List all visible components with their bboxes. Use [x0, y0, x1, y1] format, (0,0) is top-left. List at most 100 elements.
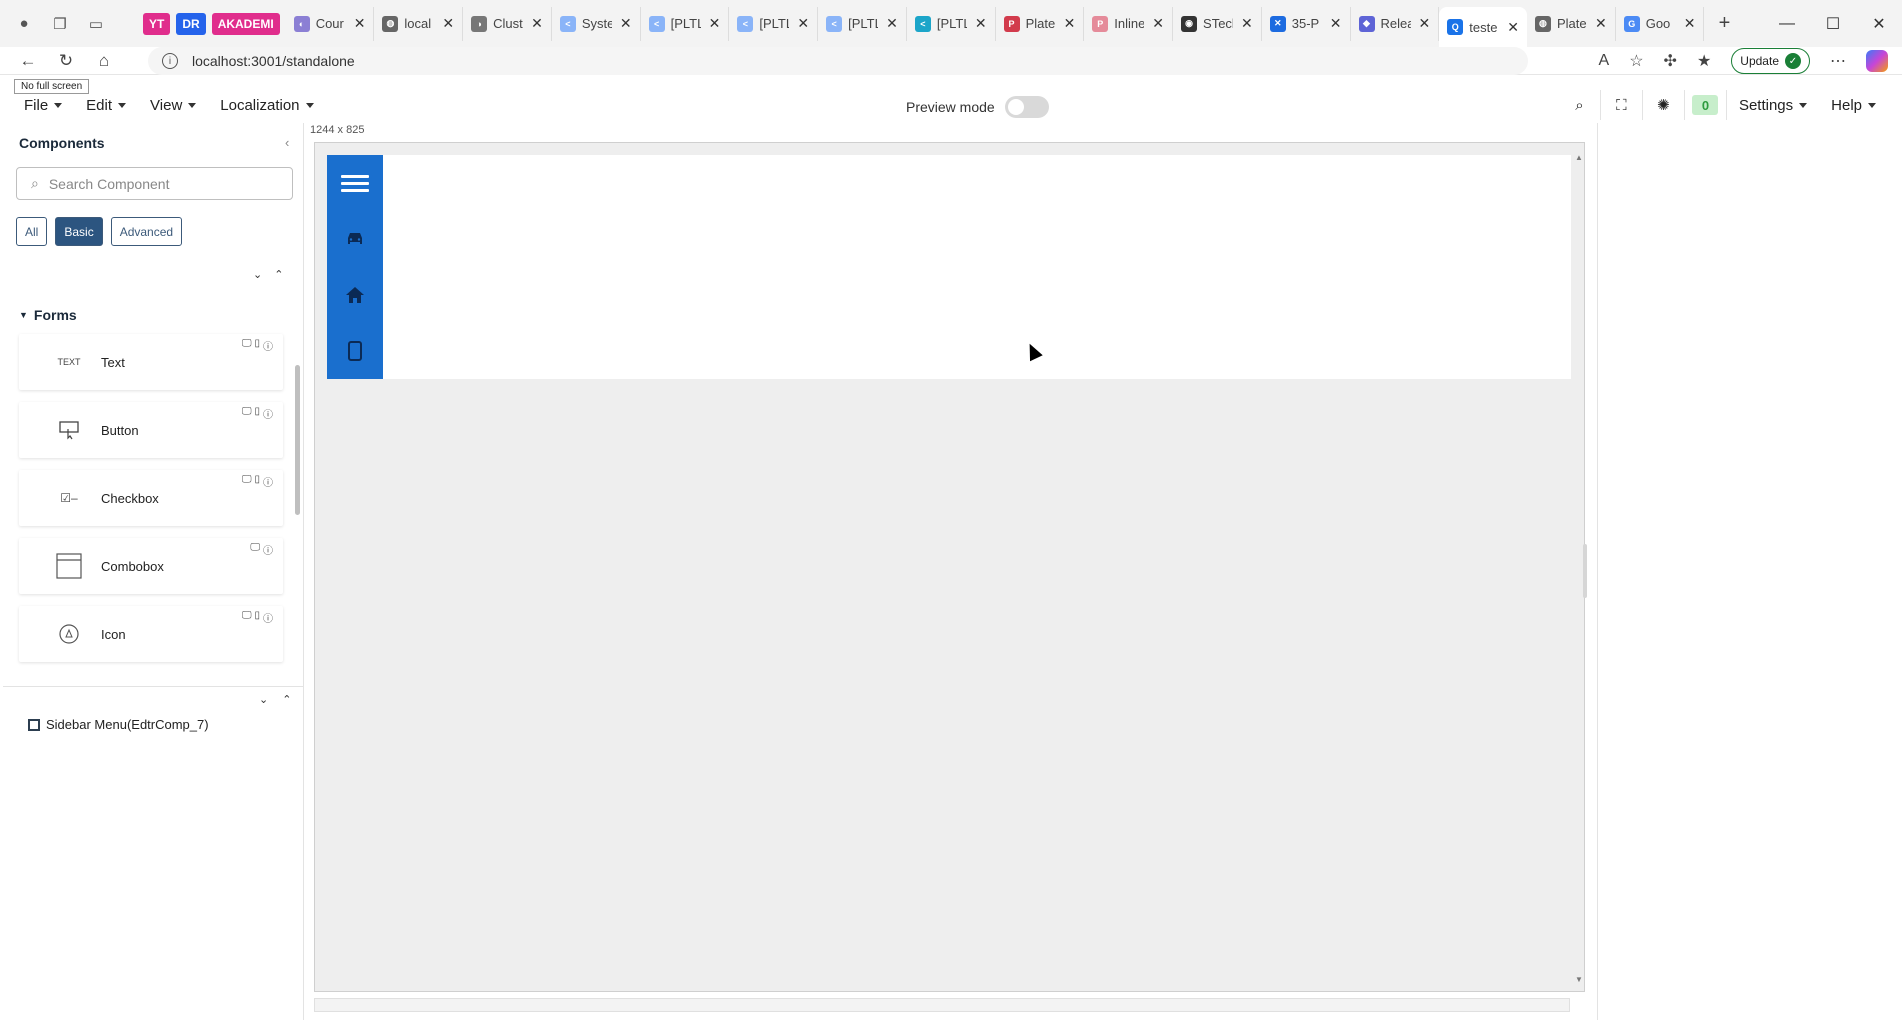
- menu-view[interactable]: View: [138, 97, 208, 114]
- update-button[interactable]: Update ✓: [1731, 48, 1810, 74]
- menu-localization[interactable]: Localization: [208, 97, 325, 114]
- reload-icon[interactable]: ↻: [56, 51, 76, 71]
- tab-pill-akademi[interactable]: AKADEMI: [211, 12, 280, 35]
- filter-basic-button[interactable]: Basic: [55, 217, 103, 246]
- page-surface[interactable]: [327, 155, 1571, 379]
- focus-frame-icon[interactable]: ⛶: [1601, 90, 1643, 120]
- expand-all-icon[interactable]: ⌄: [253, 268, 262, 281]
- close-tab-icon[interactable]: ✕: [975, 15, 987, 32]
- collapse-all-icon[interactable]: ⌃: [274, 268, 283, 281]
- browser-tab[interactable]: < [PLTL ✕: [641, 6, 730, 41]
- close-tab-icon[interactable]: ✕: [709, 15, 721, 32]
- mobile-icon[interactable]: [327, 323, 383, 379]
- browser-tab[interactable]: P Inline ✕: [1084, 6, 1174, 41]
- close-tab-icon[interactable]: ✕: [1595, 15, 1607, 32]
- close-tab-icon[interactable]: ✕: [442, 15, 454, 32]
- info-icon[interactable]: ⓘ: [263, 474, 273, 489]
- tab-actions-icon[interactable]: ▭: [86, 14, 106, 34]
- expand-all-icon[interactable]: ⌄: [259, 693, 268, 706]
- preview-mode-toggle[interactable]: [1004, 96, 1049, 118]
- chevron-down-icon: [1868, 102, 1876, 108]
- tab-pill-yt[interactable]: YT: [143, 12, 171, 35]
- browser-tab[interactable]: G Goo ✕: [1616, 6, 1705, 41]
- component-button[interactable]: Button 🖵 ▯ ⓘ: [19, 402, 283, 458]
- home-icon[interactable]: ⌂: [94, 51, 114, 71]
- info-icon[interactable]: ⓘ: [263, 338, 273, 353]
- profile-icon[interactable]: ●: [14, 14, 34, 34]
- search-icon[interactable]: ⌕: [1559, 90, 1601, 120]
- close-tab-icon[interactable]: ✕: [1064, 15, 1076, 32]
- design-canvas[interactable]: ▲ ▼: [314, 142, 1585, 992]
- scrollbar-thumb[interactable]: [295, 365, 300, 515]
- close-tab-icon[interactable]: ✕: [1507, 19, 1519, 36]
- canvas-horizontal-scrollbar[interactable]: [314, 998, 1570, 1012]
- menu-help[interactable]: Help: [1819, 97, 1888, 114]
- menu-edit[interactable]: Edit: [74, 97, 138, 114]
- home-icon[interactable]: [327, 267, 383, 323]
- close-tab-icon[interactable]: ✕: [531, 15, 543, 32]
- info-icon[interactable]: ⓘ: [263, 542, 273, 557]
- panel-resize-handle[interactable]: [1583, 544, 1587, 598]
- close-tab-icon[interactable]: ✕: [620, 15, 632, 32]
- browser-tab[interactable]: P Plate ✕: [996, 6, 1085, 41]
- theme-sun-icon[interactable]: ✺: [1643, 90, 1685, 120]
- site-info-icon[interactable]: i: [162, 53, 178, 69]
- browser-tab[interactable]: ◑ Clust ✕: [463, 6, 552, 41]
- browser-tab[interactable]: Qteste ✕: [1439, 7, 1527, 47]
- hamburger-menu-icon[interactable]: [327, 155, 383, 211]
- info-icon[interactable]: ⓘ: [263, 610, 273, 625]
- more-menu-icon[interactable]: ⋯: [1830, 51, 1846, 71]
- component-checkbox[interactable]: ☑– Checkbox 🖵 ▯ ⓘ: [19, 470, 283, 526]
- close-window-icon[interactable]: ✕: [1856, 14, 1902, 34]
- collapse-panel-icon[interactable]: ‹: [285, 135, 289, 150]
- browser-tab[interactable]: ◍ local ✕: [374, 6, 464, 41]
- close-tab-icon[interactable]: ✕: [1684, 15, 1696, 32]
- back-icon[interactable]: ←: [18, 51, 38, 71]
- component-text[interactable]: TEXT Text 🖵 ▯ ⓘ: [19, 334, 283, 390]
- close-tab-icon[interactable]: ✕: [797, 15, 809, 32]
- sidebar-menu-component[interactable]: [327, 155, 383, 379]
- group-forms[interactable]: ▼ Forms: [19, 307, 77, 323]
- extensions-icon[interactable]: ✣: [1664, 51, 1677, 71]
- close-tab-icon[interactable]: ✕: [886, 15, 898, 32]
- scroll-down-icon[interactable]: ▼: [1575, 975, 1583, 984]
- close-tab-icon[interactable]: ✕: [1419, 15, 1431, 32]
- close-tab-icon[interactable]: ✕: [354, 15, 366, 32]
- component-icon[interactable]: Icon 🖵 ▯ ⓘ: [19, 606, 283, 662]
- collapse-all-icon[interactable]: ⌃: [282, 693, 291, 706]
- browser-tab[interactable]: ◐ Cour ✕: [286, 6, 375, 41]
- workspaces-icon[interactable]: ❐: [50, 14, 70, 34]
- menu-settings[interactable]: Settings: [1727, 97, 1819, 114]
- new-tab-button[interactable]: +: [1704, 7, 1744, 41]
- search-component-input[interactable]: ⌕ Search Component: [16, 167, 293, 200]
- close-tab-icon[interactable]: ✕: [1241, 15, 1253, 32]
- browser-tab[interactable]: ✕ 35-P ✕: [1262, 6, 1351, 41]
- minimize-icon[interactable]: —: [1764, 15, 1810, 33]
- tab-pill-dr[interactable]: DR: [176, 12, 206, 35]
- component-combobox[interactable]: Combobox 🖵 ⓘ: [19, 538, 283, 594]
- favorites-icon[interactable]: ★: [1697, 51, 1711, 71]
- browser-tab[interactable]: < [PLTL ✕: [729, 6, 819, 41]
- url-field[interactable]: i localhost:3001/standalone: [148, 47, 1528, 75]
- copilot-icon[interactable]: [1866, 50, 1888, 72]
- browser-tab[interactable]: < [PLTL ✕: [818, 6, 907, 41]
- browser-tab[interactable]: < Syste ✕: [552, 6, 641, 41]
- maximize-icon[interactable]: ☐: [1810, 14, 1856, 34]
- browser-tab[interactable]: < [PLTL ✕: [907, 6, 996, 41]
- counter-badge[interactable]: 0: [1692, 95, 1719, 115]
- scroll-up-icon[interactable]: ▲: [1575, 153, 1583, 162]
- tree-item-sidebar-menu[interactable]: Sidebar Menu(EdtrComp_7): [28, 717, 209, 732]
- browser-tab[interactable]: ◆ Relea ✕: [1351, 6, 1440, 41]
- filter-all-button[interactable]: All: [16, 217, 48, 246]
- favorite-star-icon[interactable]: ☆: [1629, 51, 1643, 71]
- close-tab-icon[interactable]: ✕: [1330, 15, 1342, 32]
- browser-tab[interactable]: ◍ Plate ✕: [1527, 6, 1616, 41]
- car-icon[interactable]: [327, 211, 383, 267]
- components-scrollbar[interactable]: [295, 353, 301, 727]
- close-tab-icon[interactable]: ✕: [1152, 15, 1164, 32]
- info-icon[interactable]: ⓘ: [263, 406, 273, 421]
- read-aloud-icon[interactable]: A: [1599, 52, 1610, 70]
- filter-advanced-button[interactable]: Advanced: [110, 217, 183, 246]
- browser-tab[interactable]: ◉ STecl ✕: [1173, 6, 1262, 41]
- menu-file[interactable]: File: [12, 97, 74, 114]
